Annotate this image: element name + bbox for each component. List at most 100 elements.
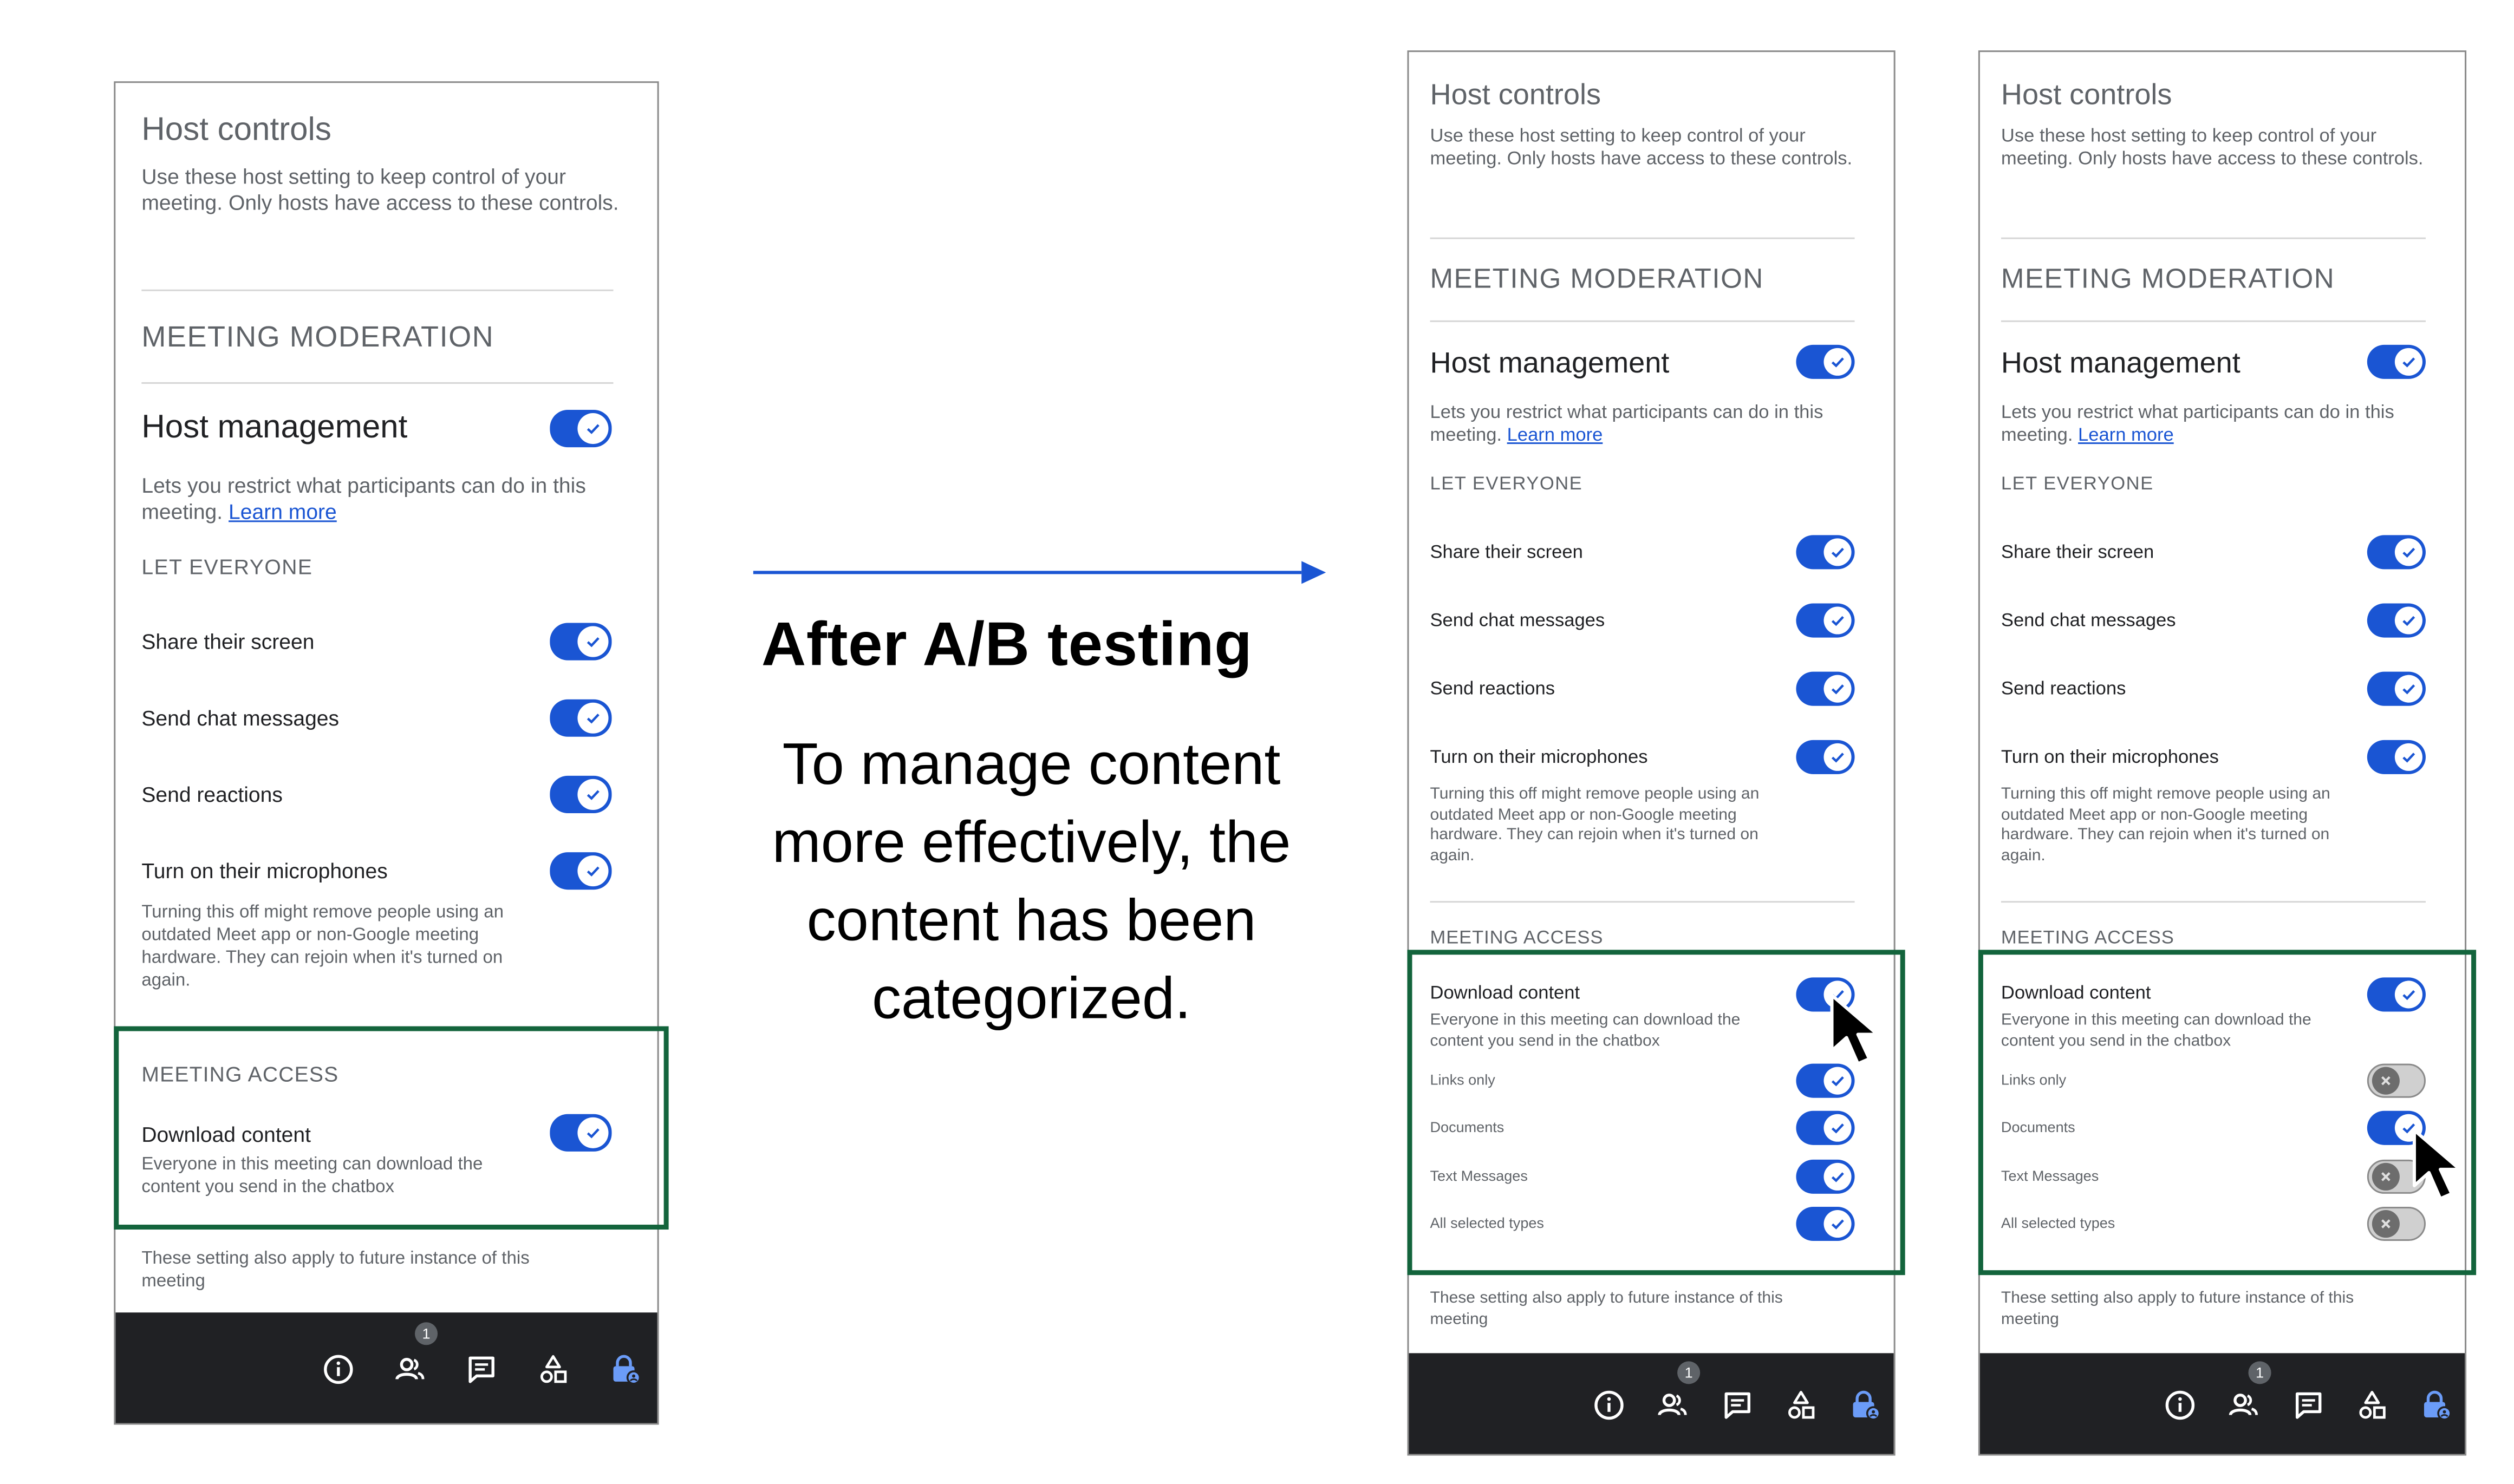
share-screen-toggle[interactable] [2367,535,2426,570]
check-icon [1823,348,1852,376]
moderation-heading: MEETING MODERATION [1430,263,1764,295]
moderation-heading: MEETING MODERATION [141,320,494,353]
learn-more-link[interactable]: Learn more [229,499,337,524]
host-lock-icon[interactable] [1848,1389,1881,1421]
meeting-access-highlight [114,1026,669,1230]
send-reactions-label: Send reactions [2001,679,2126,699]
people-icon[interactable] [394,1353,426,1385]
share-screen-toggle[interactable] [1796,535,1855,570]
check-icon [2394,675,2422,703]
share-screen-label: Share their screen [1430,543,1583,563]
mouse-pointer-icon [2412,1128,2462,1200]
panel-intro: Use these host setting to keep control o… [2001,127,2424,169]
microphones-label: Turn on their microphones [141,859,388,884]
send-chat-label: Send chat messages [2001,611,2176,631]
chat-icon[interactable] [465,1353,498,1385]
arrow-icon [753,561,1326,584]
annotation-description: To manage content more effectively, the … [772,730,1291,1031]
learn-more-link[interactable]: Learn more [1507,426,1603,446]
future-note: These setting also apply to future insta… [141,1249,530,1292]
panel-intro: Use these host setting to keep control o… [1430,127,1853,169]
microphones-note: Turning this off might remove people usi… [2001,785,2330,865]
access-heading: MEETING ACCESS [1430,929,1604,949]
send-reactions-label: Send reactions [1430,679,1555,699]
microphones-label: Turn on their microphones [2001,748,2219,768]
info-icon[interactable] [2164,1389,2196,1421]
let-everyone-heading: LET EVERYONE [141,554,313,579]
annotation-title: After A/B testing [761,611,1253,680]
check-icon [1823,743,1852,771]
host-management-desc: Lets you restrict what participants can … [2001,402,2448,447]
activities-icon[interactable] [2356,1389,2388,1421]
meeting-access-highlight [1978,950,2477,1276]
learn-more-link[interactable]: Learn more [2078,426,2174,446]
send-reactions-toggle[interactable] [550,775,612,813]
check-icon [2394,606,2422,635]
host-management-toggle[interactable] [550,410,612,448]
send-chat-label: Send chat messages [141,705,340,730]
moderation-heading: MEETING MODERATION [2001,263,2335,295]
share-screen-label: Share their screen [141,629,315,654]
divider [1430,237,1855,239]
microphones-note: Turning this off might remove people usi… [141,903,504,991]
check-icon [2394,743,2422,771]
microphones-toggle[interactable] [2367,740,2426,774]
send-chat-toggle[interactable] [2367,603,2426,638]
future-note: These setting also apply to future insta… [1430,1290,1783,1328]
chat-icon[interactable] [1721,1389,1754,1421]
microphones-note: Turning this off might remove people usi… [1430,785,1760,865]
send-chat-toggle[interactable] [550,699,612,737]
send-chat-toggle[interactable] [1796,603,1855,638]
activities-icon[interactable] [1784,1389,1817,1421]
let-everyone-heading: LET EVERYONE [1430,475,1583,495]
chat-icon[interactable] [2292,1389,2325,1421]
bottom-toolbar: 1 [115,1312,657,1423]
divider [2001,320,2426,322]
divider [141,289,614,291]
share-screen-label: Share their screen [2001,543,2154,563]
check-icon [2394,348,2422,376]
desc-text: Lets you restrict what participants can … [1430,403,1823,446]
microphones-toggle[interactable] [1796,740,1855,774]
panel-title: Host controls [2001,78,2172,111]
panel-intro: Use these host setting to keep control o… [141,164,619,215]
mouse-pointer-icon [1830,993,1879,1065]
info-icon[interactable] [322,1353,355,1385]
host-management-toggle[interactable] [2367,344,2426,379]
host-management-desc: Lets you restrict what participants can … [1430,402,1878,447]
participants-badge: 1 [1677,1361,1701,1384]
check-icon [2394,538,2422,566]
check-icon [577,413,609,444]
access-heading: MEETING ACCESS [2001,929,2174,949]
send-reactions-toggle[interactable] [1796,671,1855,706]
host-management-label: Host management [1430,346,1670,379]
host-management-desc: Lets you restrict what participants can … [141,473,629,525]
desc-text: Lets you restrict what participants can … [2001,403,2394,446]
let-everyone-heading: LET EVERYONE [2001,475,2154,495]
panel-title: Host controls [1430,78,1601,111]
activities-icon[interactable] [537,1353,569,1385]
divider [1430,320,1855,322]
send-chat-label: Send chat messages [1430,611,1605,631]
host-lock-icon[interactable] [2419,1389,2452,1421]
people-icon[interactable] [1656,1389,1689,1421]
check-icon [577,855,609,887]
send-reactions-label: Send reactions [141,782,283,807]
microphones-toggle[interactable] [550,852,612,890]
host-management-label: Host management [141,410,408,446]
check-icon [1823,675,1852,703]
check-icon [577,702,609,734]
send-reactions-toggle[interactable] [2367,671,2426,706]
share-screen-toggle[interactable] [550,623,612,661]
host-management-toggle[interactable] [1796,344,1855,379]
divider [141,382,614,384]
info-icon[interactable] [1593,1389,1625,1421]
check-icon [1823,606,1852,635]
people-icon[interactable] [2227,1389,2259,1421]
host-lock-icon[interactable] [608,1353,641,1385]
canvas: Host controls Use these host setting to … [0,0,2513,1480]
future-note: These setting also apply to future insta… [2001,1290,2354,1328]
check-icon [577,626,609,657]
divider [2001,237,2426,239]
check-icon [1823,538,1852,566]
